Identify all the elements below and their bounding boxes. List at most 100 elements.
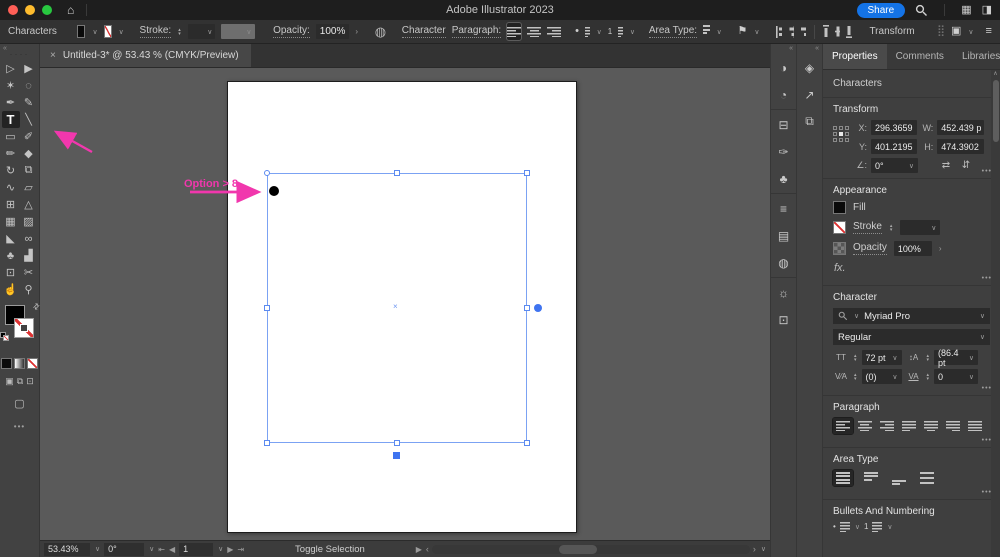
envelope-distort-icon[interactable]: ⚑ [738, 26, 748, 37]
brushes-panel-icon[interactable]: ✑ [771, 138, 797, 165]
fx-button[interactable]: fx. [834, 262, 990, 274]
collapse-dock-icon[interactable]: « [789, 45, 793, 52]
horizontal-scrollbar[interactable]: ‹ › [426, 543, 756, 556]
selection-handle[interactable] [394, 170, 400, 176]
reference-point-selector[interactable] [833, 126, 849, 173]
panel-scrollbar[interactable]: ∧ [991, 70, 1000, 557]
asset-export-icon[interactable]: ⧉ [797, 108, 823, 135]
area-type-bottom-button[interactable] [889, 470, 909, 486]
align-left-button[interactable] [832, 417, 854, 435]
font-style-dropdown[interactable]: Regular ∨ [833, 329, 990, 345]
align-center-button[interactable] [855, 418, 875, 434]
color-button[interactable] [1, 358, 12, 369]
width-tool[interactable]: ∿ [2, 179, 20, 196]
transparency-panel-icon[interactable]: ◍ [771, 249, 797, 276]
justify-last-center-button[interactable] [921, 418, 941, 434]
numbered-list-icon[interactable]: 1 [608, 27, 612, 36]
minimize-window-button[interactable] [25, 5, 35, 15]
align-to-selection-icon[interactable]: ▣ [951, 26, 961, 37]
chevron-down-icon[interactable]: ∨ [95, 545, 100, 553]
pen-tool[interactable]: ✒ [2, 94, 20, 111]
close-tab-icon[interactable]: × [50, 50, 56, 61]
scroll-left-icon[interactable]: ‹ [426, 544, 429, 554]
previous-artboard-icon[interactable]: ◀ [169, 545, 175, 554]
color-guide-icon[interactable]: ◔ [771, 81, 797, 108]
paintbrush-tool[interactable]: ✐ [20, 128, 38, 145]
justify-last-left-button[interactable] [899, 418, 919, 434]
scrollbar-track[interactable] [431, 544, 750, 554]
numbered-list-lines-icon[interactable] [618, 26, 623, 37]
rotate-tool[interactable]: ↻ [2, 162, 20, 179]
appearance-panel-icon[interactable]: ☼ [771, 279, 797, 306]
gradient-tool[interactable]: ▨ [20, 213, 38, 230]
shaper-tool[interactable]: ✏ [2, 145, 20, 162]
default-fill-stroke-icon[interactable] [0, 332, 10, 342]
home-icon[interactable]: ⌂ [67, 3, 74, 17]
chevron-down-icon[interactable]: ∨ [630, 28, 635, 36]
draw-inside-icon[interactable]: ⊡ [26, 376, 34, 387]
vertical-align-bottom-icon[interactable] [846, 25, 852, 38]
stroke-swatch[interactable] [833, 221, 846, 234]
align-right-button[interactable] [877, 418, 897, 434]
collapse-dock-icon[interactable]: « [3, 45, 7, 52]
align-left-button[interactable] [506, 22, 523, 41]
next-artboard-icon[interactable]: ▶ [227, 545, 233, 554]
text-reflow-handle[interactable] [393, 452, 400, 459]
stroke-color-swatch[interactable] [103, 25, 112, 38]
selection-handle[interactable] [524, 305, 530, 311]
horizontal-align-center-icon[interactable] [788, 25, 795, 38]
zoom-tool[interactable]: ⚲ [20, 281, 38, 298]
layers-panel-icon[interactable]: ◈ [797, 54, 823, 81]
transform-link[interactable]: Transform [869, 26, 914, 37]
x-field[interactable]: 296.3659 [871, 120, 918, 135]
panel-scrollbar-thumb[interactable] [992, 80, 999, 142]
horizontal-align-left-icon[interactable] [776, 25, 783, 38]
canvas[interactable]: × Option > 8 [40, 68, 770, 540]
scale-tool[interactable]: ⧉ [20, 162, 38, 179]
line-segment-tool[interactable]: ╲ [20, 111, 38, 128]
bulleted-list-lines-icon[interactable] [584, 26, 590, 37]
selection-handle[interactable] [394, 440, 400, 446]
symbol-sprayer-tool[interactable]: ♣ [2, 247, 20, 264]
stroke-weight-stepper[interactable]: ▴ ▾ [178, 27, 181, 36]
area-type-spread-button[interactable] [917, 470, 937, 486]
stroke-label[interactable]: Stroke [853, 221, 882, 234]
chevron-down-icon[interactable]: ∨ [119, 28, 124, 36]
symbols-panel-icon[interactable]: ♣ [771, 165, 797, 192]
fill-color-swatch[interactable] [77, 25, 86, 38]
tab-comments[interactable]: Comments [887, 44, 953, 69]
shape-builder-tool[interactable]: ⊞ [2, 196, 20, 213]
stroke-weight-stepper[interactable]: ▴ ▾ [890, 223, 893, 232]
direct-selection-tool[interactable]: ▷ [2, 60, 20, 77]
opacity-swatch[interactable] [833, 242, 846, 255]
collapse-dock-icon[interactable]: « [815, 45, 819, 52]
rectangle-tool[interactable]: ▭ [2, 128, 20, 145]
gradient-panel-icon[interactable]: ▤ [771, 222, 797, 249]
chevron-down-icon[interactable]: ∨ [754, 28, 759, 36]
y-field[interactable]: 401.2195 [871, 139, 918, 154]
zoom-level-field[interactable]: 53.43% [44, 542, 90, 556]
tracking-dropdown[interactable]: 0 ∨ [934, 369, 979, 384]
area-type-auto-button[interactable] [832, 469, 854, 487]
stroke-weight-dropdown[interactable]: ∨ [187, 24, 216, 39]
slice-tool[interactable]: ✂ [20, 264, 38, 281]
w-field[interactable]: 452.439 p [937, 120, 984, 135]
align-center-button[interactable] [527, 23, 542, 40]
magic-wand-tool[interactable]: ✶ [2, 77, 20, 94]
font-size-stepper[interactable]: ▴ ▾ [854, 353, 857, 362]
graphic-styles-icon[interactable]: ⊡ [771, 306, 797, 333]
chevron-down-icon[interactable]: ∨ [149, 545, 154, 553]
dock-grip[interactable]: ···· [10, 50, 30, 59]
edit-toolbar-icon[interactable]: ••• [14, 422, 25, 431]
workspace-switcher-icon[interactable]: ▦ [961, 4, 971, 16]
export-panel-icon[interactable]: ↗ [797, 81, 823, 108]
chevron-down-icon[interactable]: ∨ [597, 28, 602, 36]
tab-properties[interactable]: Properties [823, 44, 887, 69]
fill-swatch[interactable] [833, 201, 846, 214]
screen-mode-icon[interactable]: ▢ [14, 397, 24, 410]
tracking-stepper[interactable]: ▴ ▾ [927, 372, 930, 381]
opacity-label[interactable]: Opacity [853, 242, 887, 255]
free-transform-tool[interactable]: ▱ [20, 179, 38, 196]
justify-all-button[interactable] [965, 418, 985, 434]
draw-normal-icon[interactable]: ▣ [5, 376, 14, 387]
